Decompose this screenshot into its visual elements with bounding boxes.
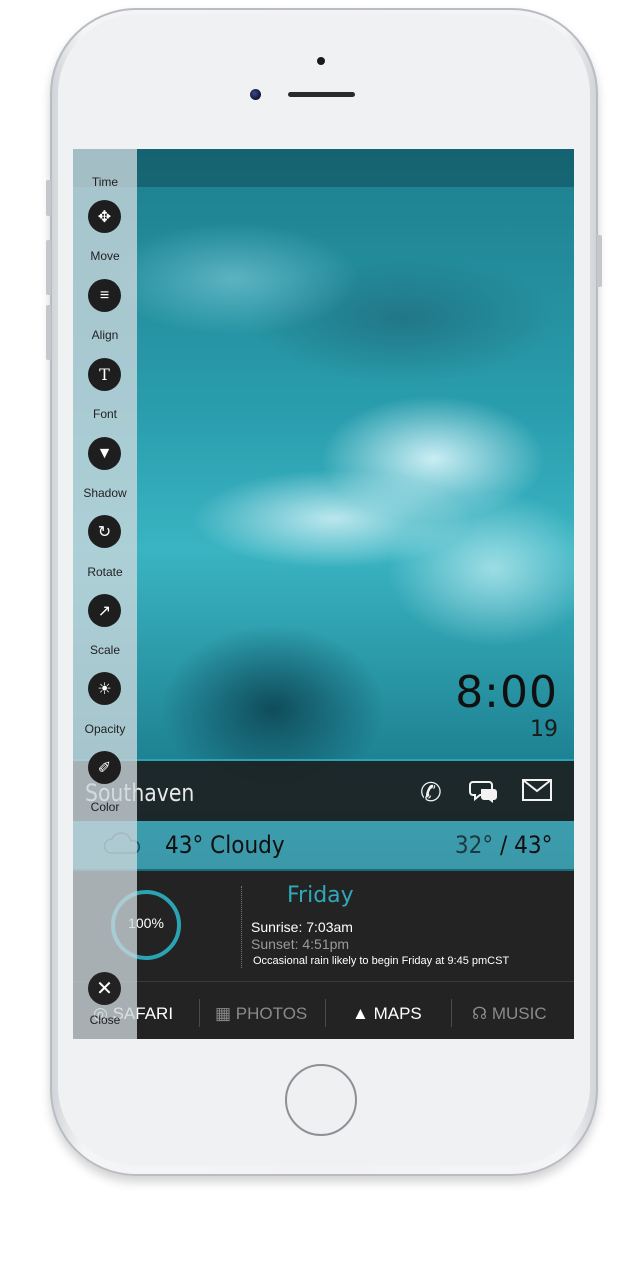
current-weather: 43° Cloudy (165, 831, 285, 859)
temp-separator: / (499, 831, 507, 859)
volume-up-button (46, 240, 51, 295)
proximity-sensor (317, 57, 325, 65)
scale-icon[interactable]: ↗ (88, 594, 121, 627)
divider (241, 886, 243, 968)
contact-bar: Southaven ✆ (73, 759, 574, 821)
front-camera (250, 89, 261, 100)
app-dock: ◎ SAFARI ▦ PHOTOS ▲ MAPS ☊ MUSIC (73, 981, 574, 1039)
volume-down-button (46, 305, 51, 360)
dock-label: MAPS (373, 1004, 422, 1023)
dock-label: MUSIC (491, 1004, 547, 1023)
tool-label-rotate: Rotate (87, 565, 123, 579)
tool-label-time[interactable]: Time (73, 175, 137, 189)
clock-seconds: 19 (530, 717, 558, 742)
low-temp: 32° (454, 831, 493, 859)
chat-icon[interactable] (469, 778, 499, 809)
forecast-text: Occasional rain likely to begin Friday a… (253, 955, 510, 967)
clock-time: 8:00 (455, 667, 558, 718)
mute-switch (46, 180, 51, 216)
phone-screen: 8:00 19 Southaven ✆ 43° Cloudy 32° / 43°… (73, 149, 574, 1039)
phone-icon[interactable]: ✆ (420, 778, 442, 806)
navigation-arrow-icon: ▲ (352, 1004, 369, 1023)
eyedropper-icon[interactable]: ✐ (88, 751, 121, 784)
dock-photos[interactable]: ▦ PHOTOS (215, 1004, 307, 1024)
tool-label-color: Color (90, 800, 120, 814)
dock-label: PHOTOS (235, 1004, 308, 1023)
rotate-icon[interactable]: ↻ (88, 515, 121, 548)
power-button (597, 235, 602, 287)
day-name: Friday (287, 883, 354, 908)
filter-funnel-icon[interactable]: ▼ (88, 437, 121, 470)
dock-separator (199, 999, 200, 1027)
mail-icon[interactable] (522, 778, 552, 806)
dock-separator (325, 999, 326, 1027)
dock-maps[interactable]: ▲ MAPS (352, 1004, 422, 1024)
tool-label-scale: Scale (89, 643, 121, 657)
dock-music[interactable]: ☊ MUSIC (472, 1004, 547, 1024)
headphones-icon: ☊ (472, 1004, 488, 1023)
earpiece-speaker (288, 92, 355, 97)
tool-label-move: Move (90, 249, 120, 263)
photos-icon: ▦ (215, 1004, 232, 1023)
dock-separator (451, 999, 452, 1027)
tool-label-align: Align (91, 328, 119, 342)
edit-toolbar: Time ✥ Move ≡ Align T Font ▼ Shadow ↻ Ro… (73, 149, 137, 1039)
close-icon[interactable]: ✕ (88, 972, 121, 1005)
tool-label-font: Font (92, 407, 117, 421)
font-icon[interactable]: T (88, 358, 121, 391)
sunset-time: Sunset: 4:51pm (251, 936, 350, 952)
move-arrows-icon[interactable]: ✥ (88, 200, 121, 233)
temperature-range: 32° / 43° (454, 831, 552, 859)
opacity-sun-icon[interactable]: ☀ (88, 672, 121, 705)
status-band (73, 149, 574, 187)
align-lines-icon[interactable]: ≡ (88, 279, 121, 312)
close-label[interactable]: Close (73, 1013, 137, 1027)
tool-label-opacity: Opacity (84, 722, 126, 736)
high-temp: 43° (513, 831, 552, 859)
sunrise-time: Sunrise: 7:03am (251, 919, 353, 935)
info-panel: 100% Friday Sunrise: 7:03am Sunset: 4:51… (73, 871, 574, 1039)
tool-label-shadow: Shadow (83, 486, 127, 500)
home-button[interactable] (285, 1064, 357, 1136)
clock-widget: 8:00 19 (455, 668, 558, 742)
weather-bar: 43° Cloudy 32° / 43° (73, 821, 574, 869)
